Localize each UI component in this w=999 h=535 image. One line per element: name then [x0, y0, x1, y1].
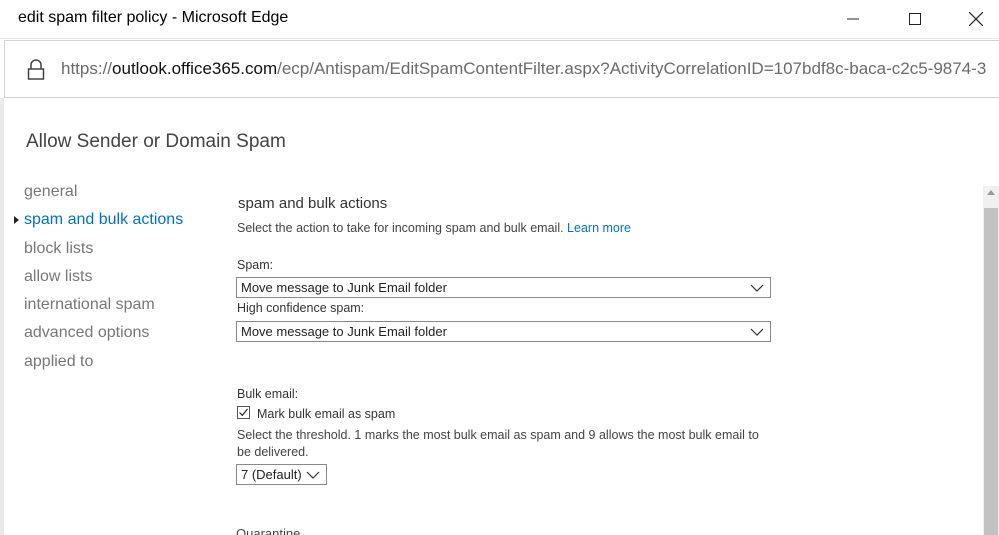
url-host: outlook.office365.com [112, 59, 278, 78]
maximize-button[interactable] [892, 0, 938, 38]
nav-item-label: general [24, 183, 78, 200]
left-nav: general spam and bulk actions block list… [14, 178, 184, 376]
high-confidence-spam-label: High confidence spam: [237, 301, 365, 315]
threshold-description: Select the threshold. 1 marks the most b… [237, 428, 759, 459]
description-text: Select the action to take for incoming s… [237, 221, 564, 235]
spam-action-select[interactable]: Move message to Junk Email folder [236, 277, 771, 298]
nav-item-label: allow lists [24, 267, 93, 285]
checkmark-icon [239, 408, 248, 417]
scrollbar-thumb[interactable] [984, 208, 998, 535]
scroll-up-icon[interactable] [987, 190, 995, 195]
spam-label: Spam: [237, 258, 274, 272]
nav-item-allow-lists[interactable]: allow lists [24, 263, 183, 291]
chevron-down-icon [306, 471, 320, 479]
maximize-icon [909, 13, 921, 25]
nav-item-international-spam[interactable]: international spam [24, 291, 183, 319]
threshold-select[interactable]: 7 (Default) [236, 464, 327, 485]
close-button[interactable] [953, 0, 999, 38]
bulk-email-label: Bulk email: [237, 387, 299, 401]
minimize-icon [847, 18, 859, 20]
nav-item-general[interactable]: general [24, 178, 183, 206]
chevron-down-icon [750, 284, 764, 292]
nav-item-label: spam and bulk actions [24, 211, 184, 229]
close-icon [969, 12, 983, 26]
nav-item-label: block lists [24, 239, 94, 257]
nav-item-label: international spam [24, 296, 155, 314]
url-path: /ecp/Antispam/EditSpamContentFilter.aspx… [277, 59, 987, 78]
high-confidence-spam-value: Move message to Junk Email folder [241, 324, 447, 339]
spam-action-value: Move message to Junk Email folder [241, 280, 447, 295]
window-left-edge [0, 98, 4, 535]
next-section-heading: Quarantine [236, 527, 301, 535]
nav-item-spam-and-bulk-actions[interactable]: spam and bulk actions [14, 206, 184, 234]
bulk-email-checkbox[interactable] [237, 406, 250, 419]
threshold-value: 7 (Default) [241, 467, 302, 482]
content-scrollbar[interactable] [983, 186, 999, 535]
nav-item-applied-to[interactable]: applied to [24, 348, 183, 376]
caret-right-icon [14, 216, 19, 225]
url-scheme: https:// [61, 59, 113, 78]
window-titlebar: edit spam filter policy - Microsoft Edge [0, 0, 999, 39]
page-title: Allow Sender or Domain Spam [26, 131, 286, 152]
high-confidence-spam-select[interactable]: Move message to Junk Email folder [236, 321, 771, 342]
window-title: edit spam filter policy - Microsoft Edge [18, 9, 289, 26]
nav-item-label: applied to [24, 352, 94, 370]
address-bar[interactable]: https://outlook.office365.com/ecp/Antisp… [4, 40, 999, 98]
nav-item-label: advanced options [24, 324, 150, 342]
lock-icon [27, 59, 45, 80]
minimize-button[interactable] [830, 0, 876, 38]
nav-item-advanced-options[interactable]: advanced options [24, 319, 183, 347]
section-title: spam and bulk actions [238, 195, 388, 212]
bulk-checkbox-label[interactable]: Mark bulk email as spam [257, 407, 395, 421]
nav-item-block-lists[interactable]: block lists [24, 235, 183, 263]
section-description: Select the action to take for incoming s… [237, 221, 631, 235]
chevron-down-icon [750, 328, 764, 336]
address-url[interactable]: https://outlook.office365.com/ecp/Antisp… [61, 59, 986, 79]
learn-more-link[interactable]: Learn more [567, 221, 631, 235]
